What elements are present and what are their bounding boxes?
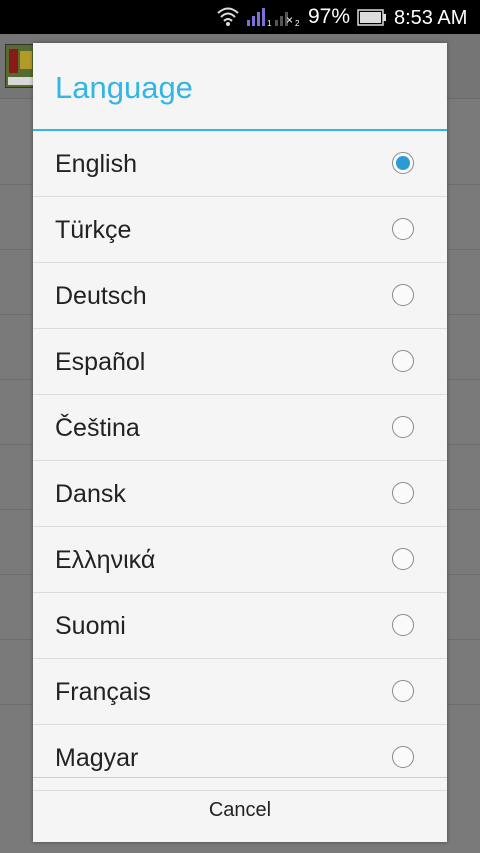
language-option[interactable]: Dansk: [33, 461, 447, 527]
radio-button[interactable]: [392, 350, 414, 372]
battery-percent: 97%: [308, 5, 351, 28]
radio-button[interactable]: [392, 218, 414, 240]
radio-button[interactable]: [392, 548, 414, 570]
radio-button[interactable]: [392, 482, 414, 504]
cancel-button[interactable]: Cancel: [33, 778, 447, 842]
language-label: Español: [55, 348, 146, 376]
language-option[interactable]: Ελληνικά: [33, 527, 447, 593]
language-option[interactable]: English: [33, 131, 447, 197]
language-option[interactable]: Français: [33, 659, 447, 725]
radio-button[interactable]: [392, 284, 414, 306]
language-label: Čeština: [55, 414, 140, 442]
radio-button[interactable]: [392, 152, 414, 174]
wifi-icon: [217, 7, 239, 26]
language-option[interactable]: Deutsch: [33, 263, 447, 329]
signal2-sub: 2: [295, 19, 300, 27]
language-label: Magyar: [55, 744, 139, 772]
language-option[interactable]: Türkçe: [33, 197, 447, 263]
language-label: English: [55, 150, 137, 178]
language-label: Türkçe: [55, 216, 132, 244]
radio-button[interactable]: [392, 680, 414, 702]
language-label: Français: [55, 678, 151, 706]
radio-button[interactable]: [392, 614, 414, 636]
language-dialog: Language English Türkçe Deutsch Español …: [33, 43, 447, 842]
radio-button[interactable]: [392, 746, 414, 768]
language-list: English Türkçe Deutsch Español Čeština D…: [33, 131, 447, 791]
language-option[interactable]: Čeština: [33, 395, 447, 461]
language-label: Ελληνικά: [55, 546, 156, 574]
language-label: Suomi: [55, 612, 126, 640]
language-label: Dansk: [55, 480, 126, 508]
language-label: Deutsch: [55, 282, 147, 310]
language-option[interactable]: Español: [33, 329, 447, 395]
battery-icon: [357, 9, 386, 26]
language-option[interactable]: Suomi: [33, 593, 447, 659]
dialog-title: Language: [55, 70, 193, 105]
signal-icon: 1: [247, 8, 272, 27]
no-signal-icon: × 2: [275, 12, 300, 27]
svg-text:×: ×: [286, 13, 293, 27]
signal1-sub: 1: [267, 19, 272, 27]
radio-button[interactable]: [392, 416, 414, 438]
clock: 8:53 AM: [394, 7, 468, 29]
status-bar: 1 × 2 97% 8:53 AM: [0, 0, 480, 34]
